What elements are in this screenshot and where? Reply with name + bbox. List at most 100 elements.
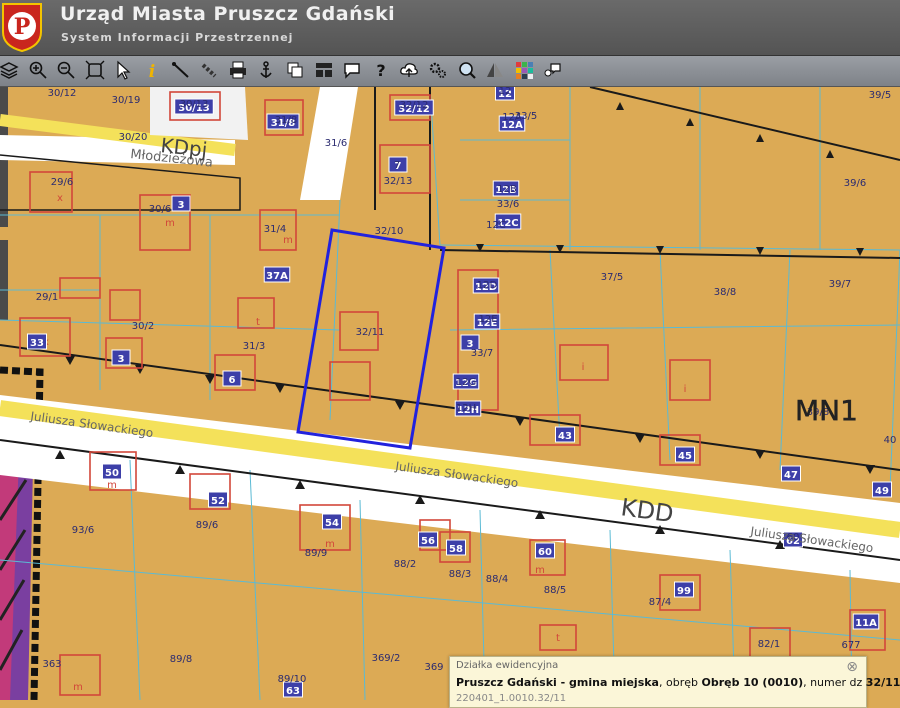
svg-text:33: 33 [30, 338, 44, 349]
parcel-label: 363 [42, 659, 61, 670]
parcel-label: 87/4 [649, 597, 671, 608]
measure-link-icon[interactable] [198, 59, 220, 81]
svg-text:60: 60 [538, 547, 552, 558]
chat-icon[interactable] [341, 59, 363, 81]
parcel-label: 89/10 [278, 674, 307, 685]
parcel-label: 33/5 [515, 111, 537, 122]
svg-text:99: 99 [677, 586, 691, 597]
svg-text:43: 43 [558, 431, 572, 442]
map-canvas[interactable]: x m m t x i i m m m t m 30/1331/832/1212… [0, 87, 900, 700]
parcel-label: 12C [486, 220, 506, 231]
info-parcel-id: 220401_1.0010.32/11 [456, 693, 567, 704]
info-body: Pruszcz Gdański - gmina miejska, obręb O… [456, 676, 900, 689]
svg-text:t: t [556, 633, 560, 644]
parcel-label: 40 [884, 435, 897, 446]
close-icon[interactable]: ⊗ [846, 659, 858, 675]
parcel-label: 30/13 [180, 99, 209, 110]
settings-icon[interactable] [427, 59, 449, 81]
house-number-badge: 52 [208, 491, 228, 508]
print-icon[interactable] [227, 59, 249, 81]
parcel-label: 30/20 [119, 132, 148, 143]
parcel-label: 29/6 [51, 177, 73, 188]
parcel-label: 39/6 [844, 178, 866, 189]
parcel-label: 39/5 [869, 90, 891, 101]
parcel-label: 30/2 [132, 321, 154, 332]
parcel-label: 38/8 [714, 287, 736, 298]
parcel-label: 677 [841, 640, 860, 651]
house-number-badge: 6 [222, 370, 242, 387]
layers-icon[interactable] [0, 59, 20, 81]
info-icon[interactable]: i [141, 59, 163, 81]
layout-icon[interactable] [313, 59, 335, 81]
svg-text:45: 45 [678, 451, 692, 462]
parcel-label: 89/6 [196, 520, 218, 531]
house-number-badge: 56 [418, 531, 438, 548]
parcel-label: 31/3 [243, 341, 265, 352]
parcel-label: 33/7 [471, 348, 493, 359]
parcel-label: 32/11 [356, 327, 385, 338]
house-number-badge: 50 [102, 463, 122, 480]
house-number-badge: 45 [675, 446, 695, 463]
svg-text:m: m [283, 235, 293, 246]
parcel-label: 31/6 [325, 138, 347, 149]
parcel-label: 32/10 [375, 226, 404, 237]
svg-text:3: 3 [178, 200, 185, 211]
comment-icon[interactable] [541, 59, 563, 81]
svg-text:37A: 37A [266, 271, 288, 282]
house-number-badge: 58 [446, 539, 466, 556]
landuse-kdpj: KDpj [159, 133, 208, 162]
terrain-icon[interactable] [484, 59, 506, 81]
info-sep-1: , obręb [658, 676, 702, 689]
parcel-label: 32/13 [384, 176, 413, 187]
svg-text:11A: 11A [855, 618, 877, 629]
parcel-label: 7 [394, 160, 400, 171]
parcel-label: 88/5 [544, 585, 566, 596]
parcel-label: 12D [477, 280, 498, 291]
parcel-label: 31/4 [264, 224, 286, 235]
color-grid-icon[interactable] [513, 59, 535, 81]
copy-icon[interactable] [284, 59, 306, 81]
parcel-label: 12G [456, 377, 476, 388]
parcel-label: 30/19 [112, 95, 141, 106]
svg-text:m: m [165, 218, 175, 229]
parcel-label: 30/6 [149, 204, 171, 215]
zoom-extent-icon[interactable] [84, 59, 106, 81]
anchor-icon[interactable] [255, 59, 277, 81]
svg-text:50: 50 [105, 468, 119, 479]
map-view[interactable]: x m m t x i i m m m t m 30/1331/832/1212… [0, 87, 900, 700]
select-pointer-icon[interactable] [112, 59, 134, 81]
house-number-badge: 37A [263, 266, 291, 283]
zoom-in-icon[interactable] [27, 59, 49, 81]
zoom-out-icon[interactable] [55, 59, 77, 81]
svg-text:56: 56 [421, 536, 435, 547]
parcel-label: 39/7 [829, 279, 851, 290]
info-sep-2: , numer dz [803, 676, 866, 689]
help-icon[interactable]: ? [370, 59, 392, 81]
house-number-badge: 33 [27, 333, 47, 350]
parcel-label: 33/6 [497, 199, 519, 210]
parcel-label: 32/12 [400, 100, 429, 111]
house-number-badge: 3 [171, 195, 191, 212]
svg-text:m: m [535, 565, 545, 576]
parcel-label: 369/2 [372, 653, 401, 664]
house-number-badge: 49 [872, 481, 892, 498]
toolbar: i? [0, 56, 900, 87]
map-background [0, 87, 900, 700]
svg-text:49: 49 [875, 486, 889, 497]
parcel-label: 93/6 [72, 525, 94, 536]
svg-text:i: i [684, 384, 687, 395]
cloud-upload-icon[interactable] [398, 59, 420, 81]
parcel-label: 12H [456, 403, 476, 414]
parcel-label: 12B [497, 184, 517, 195]
measure-line-icon[interactable] [170, 59, 192, 81]
svg-text:i: i [582, 362, 585, 373]
parcel-label: 12 [499, 87, 512, 97]
info-caption: Działka ewidencyjna [456, 660, 559, 671]
info-place: Pruszcz Gdański - gmina miejska [456, 676, 659, 689]
parcel-label: 12E [478, 314, 497, 325]
search-icon[interactable] [456, 59, 478, 81]
parcel-label: 369 [424, 662, 443, 673]
house-number-badge: 99 [674, 581, 694, 598]
svg-text:m: m [107, 480, 117, 491]
house-number-badge: 54 [322, 513, 342, 530]
